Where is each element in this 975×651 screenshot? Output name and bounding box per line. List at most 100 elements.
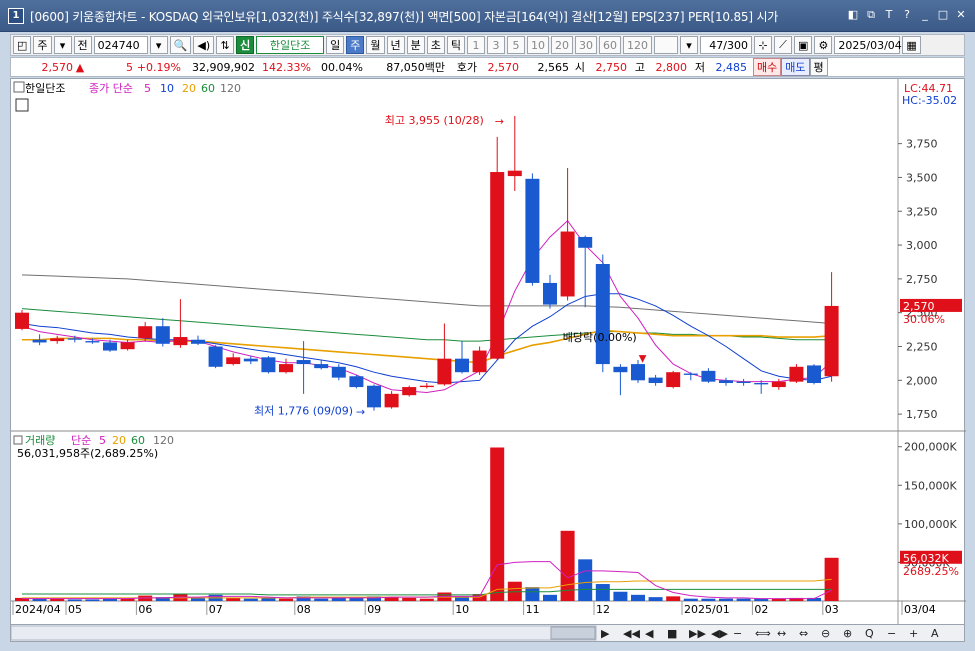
bottom-control-icon[interactable]: ▶▶ — [689, 627, 706, 640]
help-icon[interactable]: ? — [899, 7, 915, 23]
volume-bar — [648, 597, 663, 601]
interval-tick[interactable]: 틱 — [446, 36, 465, 54]
price-legend-ma: 종가 단순 — [89, 82, 133, 95]
candle-body — [243, 358, 258, 362]
search-icon[interactable]: 🔍 — [169, 36, 192, 54]
maximize-icon[interactable]: □ — [935, 7, 951, 23]
period-select[interactable]: 주 — [33, 36, 52, 54]
scroll-thumb[interactable] — [550, 626, 596, 640]
volume-bar — [243, 598, 258, 601]
high-annotation: 최고 3,955 (10/28) — [385, 114, 484, 127]
bottom-control-icon[interactable]: ◀◀ — [623, 627, 640, 640]
interval-day[interactable]: 일 — [326, 36, 345, 54]
num-5[interactable]: 5 — [507, 36, 525, 54]
interval-minute[interactable]: 분 — [406, 36, 425, 54]
custom-num-dropdown-icon[interactable]: ▾ — [680, 36, 698, 54]
chart-area[interactable]: 한일단조 종가 단순 5 10 20 60 120 LC:44.71 HC:-3… — [10, 78, 966, 628]
candle-body — [279, 364, 293, 373]
bottom-control-icon[interactable]: ⟺ — [755, 627, 771, 640]
bid-price: 2,565 — [537, 60, 570, 74]
candle-body — [543, 282, 557, 305]
vma60-legend: 60 — [131, 434, 145, 447]
bottom-control-icon[interactable]: ⇔ — [799, 627, 808, 640]
close-icon[interactable]: ✕ — [953, 7, 969, 23]
stock-code-input[interactable]: 024740 — [93, 36, 148, 54]
bottom-control-icon[interactable]: A — [931, 627, 939, 640]
eval-button[interactable]: 평 — [809, 58, 828, 76]
x-axis-label: 06 — [138, 603, 152, 616]
volume-bar — [525, 587, 540, 601]
sell-button[interactable]: 매도 — [781, 58, 810, 76]
save-icon[interactable]: ▣ — [794, 36, 813, 54]
code-dropdown-icon[interactable]: ▾ — [149, 36, 168, 54]
bottom-control-icon[interactable]: ■ — [667, 627, 677, 640]
buy-button[interactable]: 매수 — [753, 58, 782, 76]
volume-legend: 거래량 단순 5 20 60 120 56,031,958주(2,689.25%… — [13, 434, 174, 460]
x-axis-label: 10 — [455, 603, 469, 616]
num-60[interactable]: 60 — [599, 36, 621, 54]
table-icon[interactable] — [15, 98, 29, 112]
crosshair-icon[interactable]: ⊹ — [754, 36, 772, 54]
low-label: 저 — [694, 61, 705, 74]
trendline-icon[interactable]: ⟋ — [774, 36, 792, 54]
chevron-down-icon[interactable]: ▾ — [53, 36, 72, 54]
date-input[interactable]: 2025/03/04 — [834, 36, 902, 54]
bottom-control-icon[interactable]: ▶ — [601, 627, 610, 640]
bottom-control-icon[interactable]: − — [733, 627, 742, 640]
candle-body — [631, 364, 645, 381]
bottom-control-icon[interactable]: ⊖ — [821, 627, 830, 640]
x-axis-label: 03/04 — [904, 603, 936, 616]
bottom-controls: ▶ ◀◀ ◀ ■ ▶▶ ◀▶ − ⟺ ↔ ⇔ ⊖ ⊕ Q − + A — [10, 624, 965, 642]
interval-second[interactable]: 초 — [426, 36, 445, 54]
chart-settings-icon[interactable]: ◰ — [13, 36, 32, 54]
candle-body — [683, 373, 698, 375]
calendar-icon[interactable]: ▦ — [902, 36, 921, 54]
num-120[interactable]: 120 — [623, 36, 652, 54]
bottom-control-icon[interactable]: Q — [865, 627, 874, 640]
volume-bar — [279, 598, 293, 601]
candle-body — [138, 326, 153, 339]
x-axis-label: 12 — [596, 603, 610, 616]
bottom-control-icon[interactable]: ↔ — [777, 627, 786, 640]
vma5-line — [22, 561, 832, 600]
bottom-control-icon[interactable]: + — [909, 627, 918, 640]
candle-body — [120, 342, 135, 350]
candle-body — [50, 338, 65, 342]
high-arrow-icon: → — [495, 115, 504, 128]
interval-week[interactable]: 주 — [346, 36, 365, 54]
candle-body — [666, 372, 681, 388]
num-10[interactable]: 10 — [527, 36, 549, 54]
num-20[interactable]: 20 — [551, 36, 573, 54]
window-number: 1 — [8, 8, 24, 24]
x-axis-label: 05 — [68, 603, 82, 616]
bottom-control-icon[interactable]: ⊕ — [843, 627, 852, 640]
price-axis-label: 3,750 — [906, 138, 938, 151]
current-price: 2,570 — [41, 60, 74, 74]
interval-month[interactable]: 월 — [366, 36, 385, 54]
bottom-control-icon[interactable]: − — [887, 627, 896, 640]
price-legend: 한일단조 종가 단순 5 10 20 60 120 LC:44.71 HC:-3… — [13, 81, 957, 112]
new-badge: 신 — [236, 36, 255, 54]
volume: 32,909,902 — [192, 60, 255, 74]
low-price: 2,485 — [715, 60, 748, 74]
volume-legend-box-icon — [13, 435, 23, 445]
interval-year[interactable]: 년 — [386, 36, 405, 54]
num-30[interactable]: 30 — [575, 36, 597, 54]
candle-body — [437, 358, 452, 385]
chart-svg[interactable]: 한일단조 종가 단순 5 10 20 60 120 LC:44.71 HC:-3… — [11, 79, 966, 625]
num-1[interactable]: 1 — [467, 36, 485, 54]
volume-pct-tag-text: 2689.25% — [903, 565, 959, 578]
num-3[interactable]: 3 — [487, 36, 505, 54]
arrow-up-down-icon[interactable]: ⇅ — [216, 36, 235, 54]
scroll-track[interactable] — [10, 625, 597, 641]
layout-icon[interactable]: ◧ — [845, 7, 861, 23]
bottom-control-icon[interactable]: ◀ — [645, 627, 654, 640]
custom-num-input[interactable] — [654, 36, 678, 54]
prev-button[interactable]: 전 — [73, 36, 92, 54]
text-icon[interactable]: T — [881, 7, 897, 23]
speaker-icon[interactable]: ◀) — [193, 36, 215, 54]
gear-icon[interactable]: ⚙ — [814, 36, 833, 54]
bottom-control-icon[interactable]: ◀▶ — [711, 627, 728, 640]
copy-window-icon[interactable]: ⧉ — [863, 7, 879, 23]
minimize-icon[interactable]: _ — [917, 7, 933, 23]
